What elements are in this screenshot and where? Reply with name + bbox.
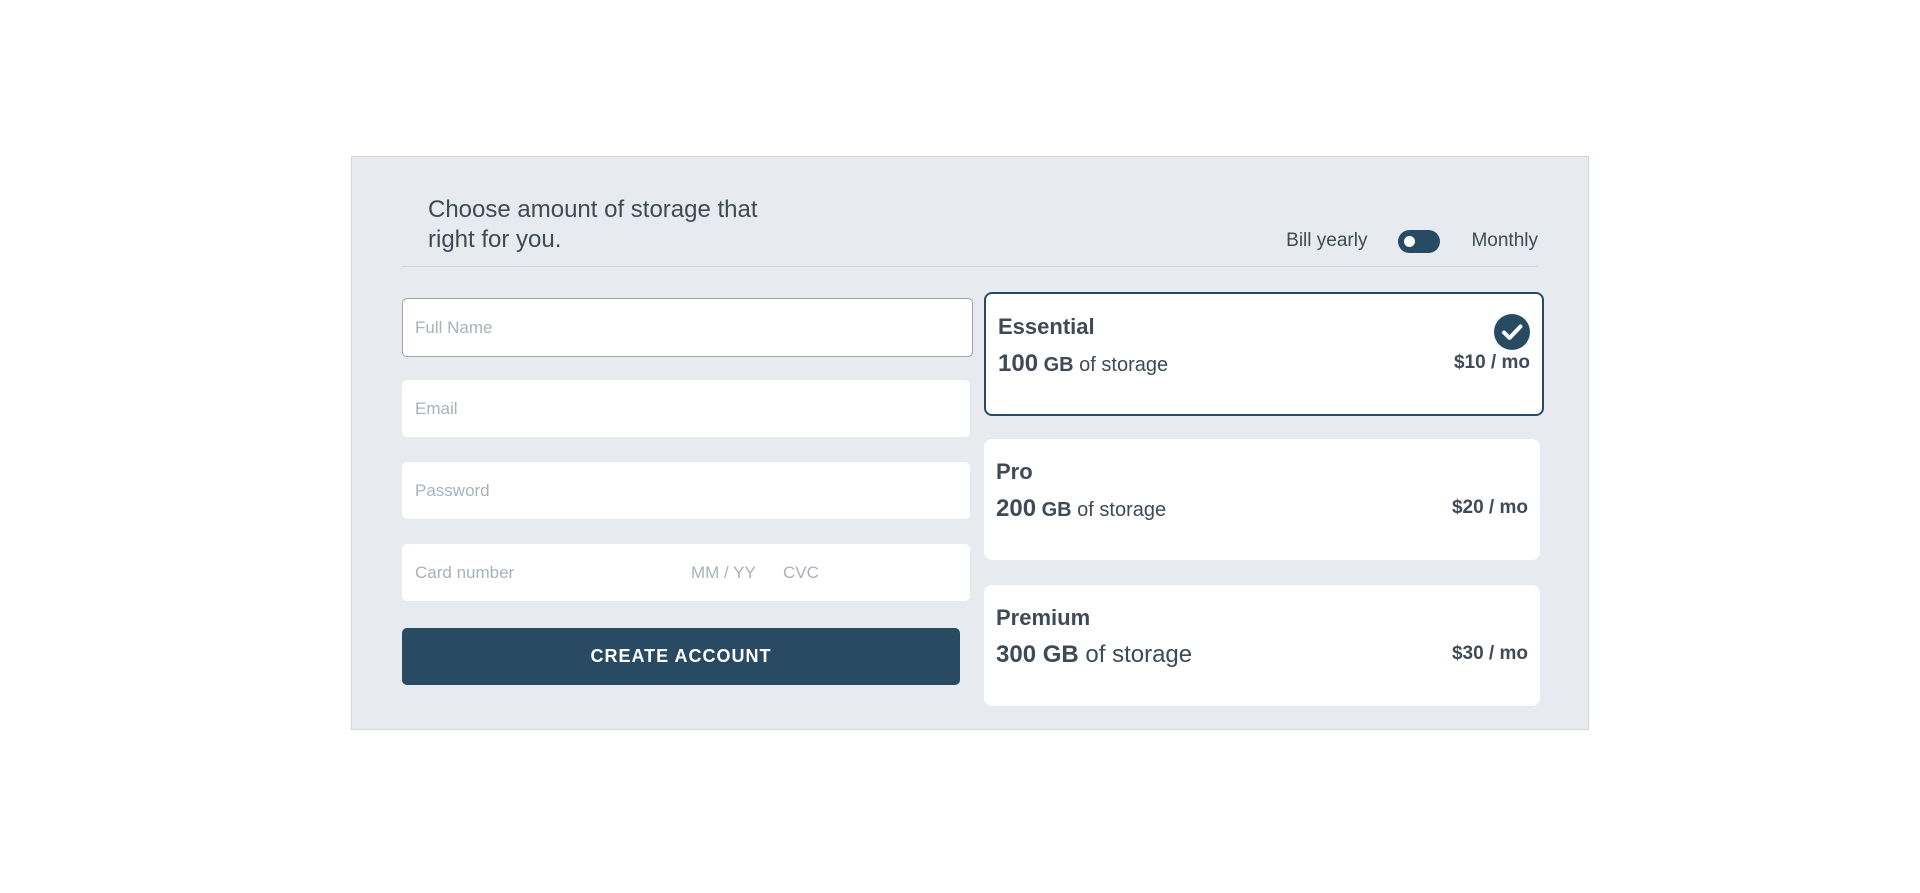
signup-panel: Choose amount of storage that right for …: [351, 156, 1589, 730]
plan-storage: 300 GB of storage: [996, 641, 1192, 669]
password-input[interactable]: [403, 463, 969, 518]
plan-card-essential[interactable]: Essential 100 GB of storage $10 / mo: [984, 292, 1544, 416]
full-name-field[interactable]: [402, 298, 973, 357]
plan-card-pro[interactable]: Pro 200 GB of storage $20 / mo: [984, 439, 1540, 560]
plan-storage: 100 GB of storage: [998, 350, 1168, 378]
plan-name: Essential: [998, 314, 1095, 339]
storage-unit: GB: [1041, 499, 1072, 521]
storage-amount: 100: [998, 350, 1039, 377]
card-cvc-input[interactable]: [771, 545, 921, 600]
create-account-button[interactable]: CREATE ACCOUNT: [402, 628, 960, 685]
card-number-input[interactable]: [403, 545, 679, 600]
billing-toggle[interactable]: [1398, 229, 1441, 253]
header: Choose amount of storage that right for …: [402, 157, 1538, 267]
email-field[interactable]: [402, 380, 970, 437]
storage-suffix: of storage: [1085, 641, 1193, 668]
bill-yearly-label[interactable]: Bill yearly: [1286, 230, 1367, 252]
storage-unit: GB: [1043, 354, 1074, 376]
storage-unit: GB: [1042, 641, 1079, 668]
plan-price: $10 / mo: [1453, 352, 1530, 373]
plan-card-premium[interactable]: Premium 300 GB of storage $30 / mo: [984, 585, 1540, 706]
monthly-label[interactable]: Monthly: [1471, 230, 1538, 252]
storage-amount: 300: [996, 641, 1037, 668]
plan-storage: 200 GB of storage: [996, 495, 1166, 523]
plan-name: Pro: [996, 459, 1033, 484]
storage-suffix: of storage: [1077, 499, 1167, 521]
toggle-knob: [1404, 235, 1416, 247]
card-field[interactable]: [402, 544, 970, 601]
page-title: Choose amount of storage that right for …: [428, 196, 758, 253]
storage-amount: 200: [996, 495, 1037, 522]
plan-name: Premium: [996, 605, 1091, 630]
card-expiry-input[interactable]: [679, 545, 771, 600]
password-field[interactable]: [402, 462, 970, 519]
plan-price: $20 / mo: [1451, 497, 1528, 518]
full-name-input[interactable]: [403, 299, 972, 356]
billing-period-switch: Bill yearly Monthly: [1286, 229, 1538, 253]
email-input[interactable]: [403, 381, 969, 436]
check-circle-icon: [1494, 314, 1530, 350]
plan-price: $30 / mo: [1451, 643, 1528, 664]
storage-suffix: of storage: [1079, 354, 1169, 376]
